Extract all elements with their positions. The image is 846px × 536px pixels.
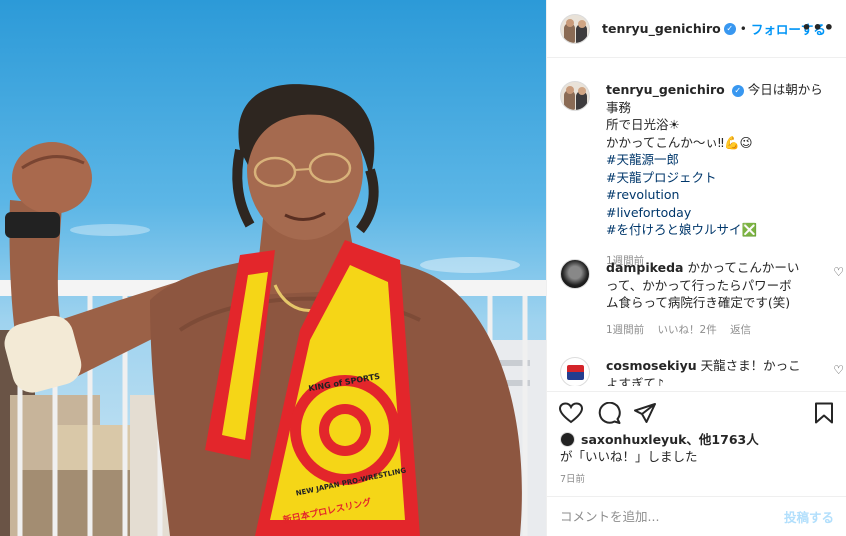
liker-avatar[interactable] (560, 432, 575, 447)
comment-meta: 1週間前 いいね！2件 返信 (606, 322, 816, 337)
author-avatar[interactable] (560, 13, 590, 44)
hashtag-link[interactable]: #を付けろと娘ウルサイ❎ (606, 221, 834, 239)
comment-like-heart-icon[interactable]: ♡ (833, 363, 844, 377)
comment-bubble-icon[interactable] (597, 402, 621, 424)
share-send-icon[interactable] (633, 402, 657, 424)
comment-line-2: って、かかって行ったらパワーボ (606, 277, 792, 293)
post-date[interactable]: 7日前 (560, 471, 585, 485)
author-username[interactable]: tenryu_genichiro (602, 21, 721, 36)
post-header: tenryu_genichiro ✓ • フォローする ••• (547, 0, 846, 58)
comments-scroll-area[interactable]: tenryu_genichiro ✓ 今日は朝から事務 所で日光浴☀ かかってこ… (547, 59, 846, 386)
hashtag-link[interactable]: #天龍プロジェクト (606, 169, 834, 187)
post-comment-button[interactable]: 投稿する (784, 507, 834, 526)
add-comment-bar: 投稿する (547, 496, 846, 536)
commenter-username[interactable]: cosmosekiyu (606, 358, 697, 373)
more-options-icon[interactable]: ••• (801, 18, 835, 37)
action-bar (547, 391, 846, 431)
caption-author-avatar[interactable] (560, 81, 590, 111)
liker-username[interactable]: saxonhuxleyuk (581, 431, 686, 448)
comment-line-2: よすぎて♪ (606, 375, 664, 387)
caption-verified-badge-icon: ✓ (731, 84, 744, 97)
comment-line-1: dampikeda かかってこんかーい (606, 260, 800, 275)
comment-like-heart-icon[interactable]: ♡ (833, 265, 844, 279)
hashtag-link[interactable]: #天龍源一郎 (606, 151, 834, 169)
verified-badge-icon: ✓ (723, 22, 736, 35)
like-heart-icon[interactable] (559, 402, 583, 424)
hashtag-link[interactable]: #livefortoday (606, 204, 834, 222)
post-photo[interactable]: KING of SPORTS NEW JAPAN PRO-WRESTLING 新… (0, 0, 546, 536)
comment-like-count[interactable]: いいね！2件 (658, 324, 717, 336)
caption-line-1: tenryu_genichiro ✓ 今日は朝から事務 (606, 82, 823, 115)
comment-line-3: ム食らって病院行き確定です(笑) (606, 295, 791, 310)
hashtag-link[interactable]: #revolution (606, 186, 834, 204)
likes-summary: saxonhuxleyuk 、他1763人 が「いいね！」しました (560, 431, 840, 465)
commenter-avatar[interactable] (560, 259, 590, 289)
caption-line-2: 所で日光浴☀ (606, 117, 680, 132)
likes-others-count[interactable]: 、他1763人 (686, 431, 758, 448)
likes-suffix: が「いいね！」しました (560, 449, 698, 464)
caption-line-3: かかってこんか〜ぃ‼💪😉 (606, 134, 753, 150)
save-bookmark-icon[interactable] (813, 402, 835, 424)
comment-line-1: cosmosekiyu 天龍さま！かっこ (606, 358, 801, 373)
commenter-avatar[interactable] (560, 357, 590, 386)
caption-username[interactable]: tenryu_genichiro (606, 82, 725, 97)
commenter-username[interactable]: dampikeda (606, 260, 683, 275)
comment-time[interactable]: 1週間前 (606, 324, 644, 336)
reply-button[interactable]: 返信 (730, 324, 751, 336)
post-side-panel: tenryu_genichiro ✓ • フォローする ••• tenryu_g… (546, 0, 846, 536)
comment-input[interactable] (560, 509, 784, 524)
photo-illustration (0, 84, 546, 536)
separator-dot: • (739, 21, 747, 36)
